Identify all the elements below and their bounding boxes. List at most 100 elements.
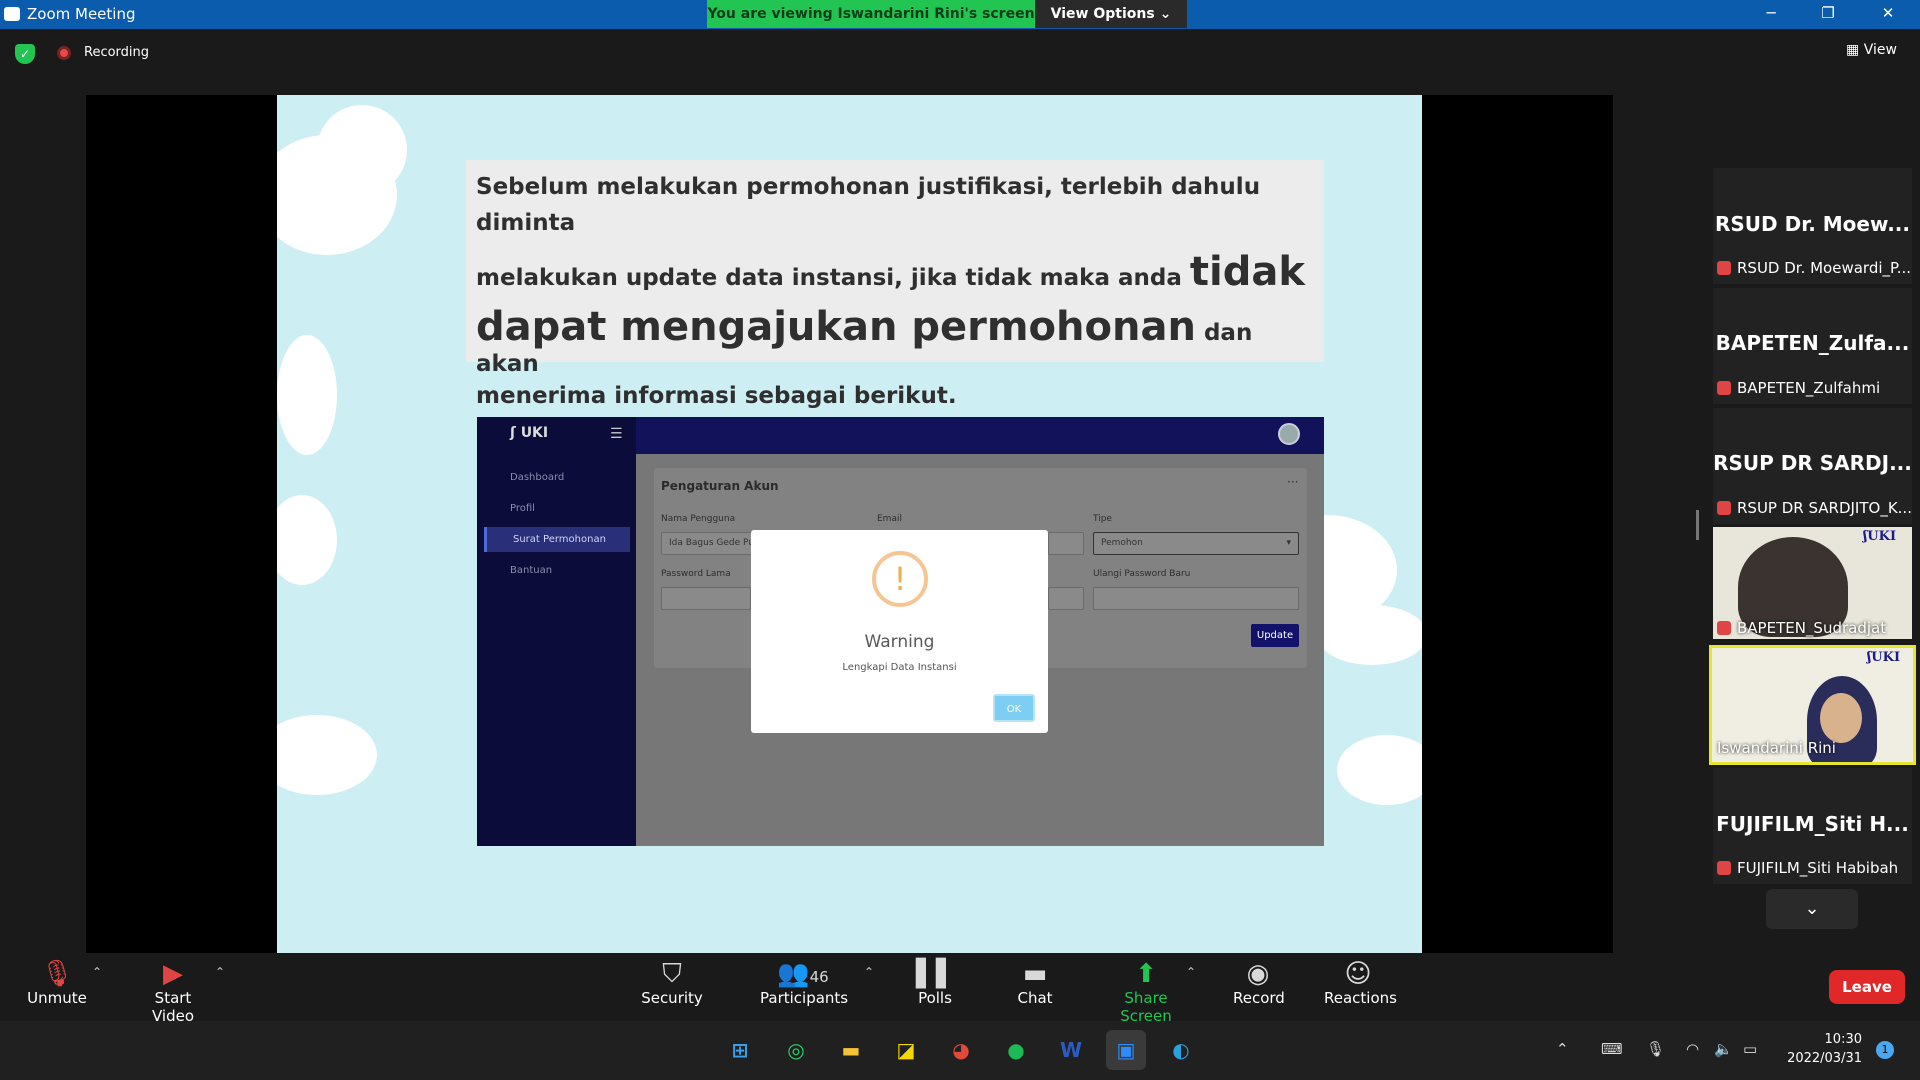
participant-name: RSUD Dr. Moewardi_P...: [1717, 259, 1912, 277]
keyboard-icon[interactable]: ⌨: [1601, 1040, 1623, 1058]
muted-mic-icon: [1717, 621, 1731, 635]
audio-options-caret-icon[interactable]: ⌃: [92, 965, 102, 979]
window-title: Zoom Meeting: [27, 5, 136, 23]
label-old-password: Password Lama: [661, 569, 731, 579]
participant-name: BAPETEN_Sudradjat: [1717, 619, 1912, 637]
modal-message: Lengkapi Data Instansi: [842, 662, 957, 673]
participant-face: [1820, 693, 1862, 743]
label-username: Nama Pengguna: [661, 514, 736, 524]
participant-name: RSUP DR SARDJITO_K...: [1717, 499, 1912, 517]
nav-bantuan: Bantuan: [510, 565, 553, 576]
more-icon: ···: [1287, 475, 1299, 489]
nav-surat-permohonan: Surat Permohonan: [484, 527, 630, 552]
nav-profil: Profil: [510, 503, 535, 514]
scroll-down-chevron-icon[interactable]: ⌄: [1766, 889, 1858, 929]
label-type: Tipe: [1093, 514, 1112, 524]
muted-mic-icon: [1717, 861, 1731, 875]
recording-label[interactable]: Recording: [84, 45, 149, 60]
uki-logo: ʃUKI: [1863, 529, 1897, 544]
participants-options-caret-icon[interactable]: ⌃: [864, 965, 874, 979]
zoom-app-icon: [4, 7, 20, 21]
chat-button[interactable]: ▬ Chat: [1017, 959, 1053, 1007]
zoom-taskbar-icon[interactable]: ▣: [1106, 1030, 1146, 1070]
view-options-button[interactable]: View Options ⌄: [1035, 0, 1187, 28]
app-top-navbar: [636, 417, 1324, 454]
restore-icon[interactable]: ❐: [1813, 4, 1843, 24]
polls-button[interactable]: ▌▌ Polls: [916, 959, 956, 1007]
nav-dashboard: Dashboard: [510, 472, 565, 483]
tray-overflow-icon[interactable]: ⌃: [1556, 1040, 1569, 1058]
participant-name: FUJIFILM_Siti Habibah: [1717, 859, 1912, 877]
smiley-plus-icon: ☺: [1344, 959, 1372, 989]
record-button[interactable]: ◉ Record: [1233, 959, 1285, 1007]
app-logo: ʃ UKI: [510, 425, 549, 441]
field-repeat-password: [1093, 587, 1299, 610]
sticky-notes-icon[interactable]: ◪: [886, 1030, 926, 1070]
shield-icon: ⛉: [662, 959, 682, 989]
minimize-icon[interactable]: ─: [1756, 4, 1786, 24]
field-type: Pemohon ▾: [1093, 532, 1299, 555]
taskbar-clock[interactable]: 10:30 2022/03/31: [1780, 1030, 1862, 1068]
cloud-decoration: [277, 335, 337, 455]
muted-mic-icon: [1717, 261, 1731, 275]
modal-ok-button: OK: [993, 694, 1035, 722]
word-icon[interactable]: W: [1051, 1030, 1091, 1070]
video-off-icon: ▶: [163, 959, 183, 989]
edge-icon[interactable]: ◐: [1161, 1030, 1201, 1070]
unmute-button[interactable]: 🎙 Unmute: [26, 959, 88, 1007]
uki-logo-icon: ʃ: [510, 425, 521, 441]
user-avatar-icon: [1278, 423, 1300, 445]
dropdown-caret-icon: ▾: [1286, 538, 1291, 548]
active-speaker-name: Iswandarini Rini: [1717, 739, 1836, 757]
slide-text-box: Sebelum melakukan permohonan justifikasi…: [466, 160, 1324, 409]
grid-icon: ▦: [1846, 42, 1864, 58]
spotify-icon[interactable]: ●: [996, 1030, 1036, 1070]
participant-display-name: RSUD Dr. Moew...: [1715, 212, 1910, 236]
video-options-caret-icon[interactable]: ⌃: [215, 965, 225, 979]
label-repeat-password: Ulangi Password Baru: [1093, 569, 1191, 579]
participant-display-name: FUJIFILM_Siti H...: [1716, 812, 1909, 836]
viewing-banner: You are viewing Iswandarini Rini's scree…: [707, 0, 1035, 28]
view-layout-button[interactable]: ▦ View: [1846, 42, 1897, 58]
participants-icon: 👥46: [777, 959, 829, 989]
record-icon: ◉: [1246, 959, 1270, 989]
security-button[interactable]: ⛉ Security: [640, 959, 704, 1007]
uki-logo: ʃUKI: [1867, 650, 1901, 665]
modal-title: Warning: [864, 632, 935, 652]
chat-bubble-icon: ▬: [1022, 959, 1048, 989]
share-screen-button[interactable]: ⬆ Share Screen: [1100, 959, 1192, 1025]
notification-badge[interactable]: 1: [1876, 1041, 1894, 1059]
participants-button[interactable]: 👥46 Participants: [760, 959, 848, 1007]
windows-start-icon[interactable]: ⊞: [720, 1030, 760, 1070]
leave-button[interactable]: Leave: [1829, 970, 1905, 1004]
share-options-caret-icon[interactable]: ⌃: [1186, 965, 1196, 979]
participant-display-name: BAPETEN_Zulfa...: [1715, 331, 1910, 355]
muted-mic-icon: [1717, 501, 1731, 515]
hamburger-icon: ☰: [610, 426, 623, 442]
label-email: Email: [877, 514, 902, 524]
cloud-decoration: [1337, 735, 1422, 805]
cloud-decoration: [277, 495, 337, 585]
participant-display-name: RSUP DR SARDJ...: [1713, 451, 1912, 475]
field-email: [1048, 532, 1084, 555]
close-icon[interactable]: ✕: [1873, 4, 1903, 24]
whatsapp-icon[interactable]: ◎: [776, 1030, 816, 1070]
meeting-toolbar: [0, 953, 1920, 1021]
slide-text: Sebelum melakukan permohonan justifikasi…: [476, 174, 1305, 409]
start-video-button[interactable]: ▶ Start Video: [134, 959, 212, 1025]
field-new-password: [1048, 587, 1084, 610]
title-bar: Zoom Meeting You are viewing Iswandarini…: [0, 0, 1920, 29]
cloud-decoration: [277, 715, 377, 795]
reactions-button[interactable]: ☺ Reactions: [1324, 959, 1397, 1007]
file-explorer-icon[interactable]: ▬: [831, 1030, 871, 1070]
muted-microphone-icon: 🎙: [40, 959, 74, 989]
microphone-icon[interactable]: 🎙: [1646, 1040, 1665, 1058]
chrome-icon[interactable]: ◕: [941, 1030, 981, 1070]
speaker-icon[interactable]: 🔈: [1714, 1040, 1733, 1058]
cloud-decoration: [317, 105, 407, 195]
battery-icon[interactable]: ▭: [1743, 1040, 1757, 1058]
wifi-icon[interactable]: ◠: [1686, 1040, 1699, 1058]
panel-resize-handle[interactable]: [1696, 510, 1699, 540]
meeting-top-bar: [0, 29, 1920, 77]
encryption-shield-icon[interactable]: ✓: [15, 44, 35, 64]
